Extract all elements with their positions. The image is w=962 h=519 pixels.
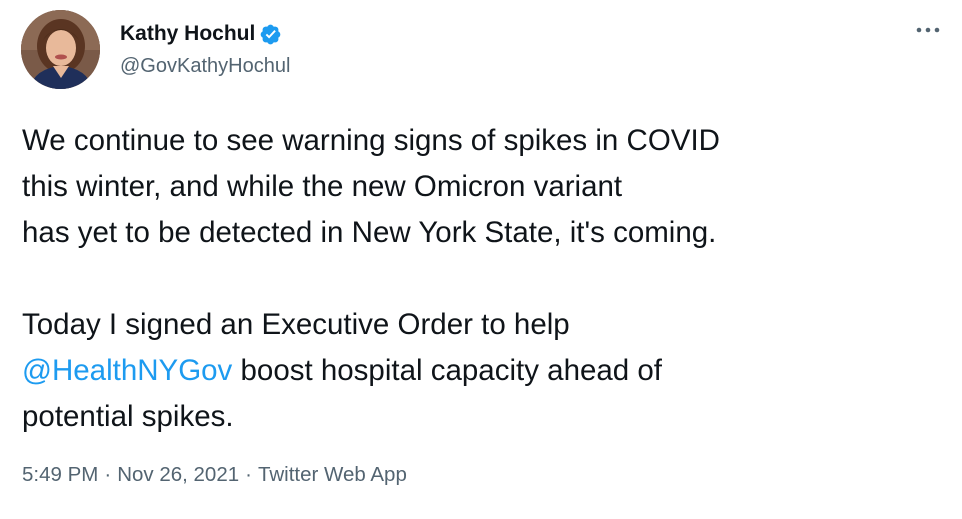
tweet-line-2: this winter, and while the new Omicron v… [22, 170, 623, 203]
tweet-source[interactable]: Twitter Web App [258, 463, 407, 486]
meta-separator: · [104, 463, 112, 486]
tweet-metadata: 5:49 PM · Nov 26, 2021 · Twitter Web App [22, 463, 407, 487]
avatar[interactable] [21, 10, 100, 89]
tweet-line-5-rest: boost hospital capacity ahead of [232, 354, 663, 387]
meta-separator: · [245, 463, 252, 486]
more-options-button[interactable] [912, 20, 944, 40]
tweet-line-1: We continue to see warning signs of spik… [22, 124, 720, 157]
tweet-line-4: Today I signed an Executive Order to hel… [22, 308, 570, 341]
tweet-card: Kathy Hochul @GovKathyHochul We continue… [0, 0, 962, 519]
avatar-image [21, 10, 100, 89]
tweet-line-5: @HealthNYGov boost hospital capacity ahe… [22, 348, 942, 394]
author-handle[interactable]: @GovKathyHochul [120, 55, 290, 78]
tweet-line-3: has yet to be detected in New York State… [22, 216, 717, 249]
display-name[interactable]: Kathy Hochul [120, 22, 255, 46]
mention-link[interactable]: @HealthNYGov [22, 354, 232, 387]
tweet-time[interactable]: 5:49 PM [22, 463, 98, 486]
tweet-date[interactable]: Nov 26, 2021 [117, 463, 239, 486]
tweet-line-6: potential spikes. [22, 400, 234, 433]
author-name-row: Kathy Hochul [120, 20, 282, 48]
tweet-text: We continue to see warning signs of spik… [22, 118, 942, 440]
more-options-icon [916, 27, 940, 33]
verified-badge-icon [259, 23, 282, 46]
